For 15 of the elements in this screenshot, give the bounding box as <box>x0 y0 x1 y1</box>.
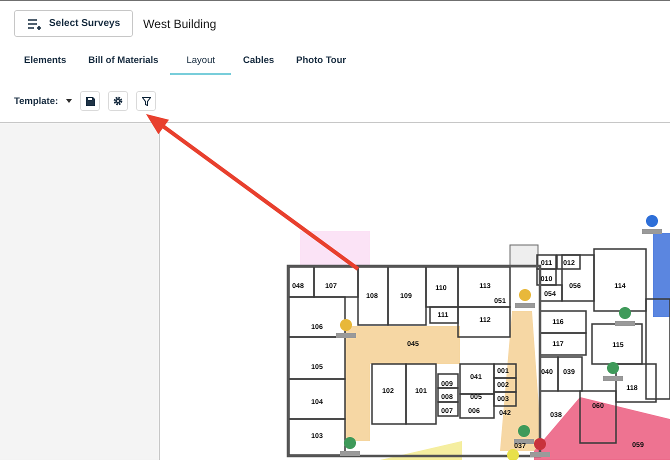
save-button[interactable] <box>80 91 100 111</box>
building-title: West Building <box>143 16 216 30</box>
settings-button[interactable] <box>108 91 128 111</box>
filter-icon <box>142 96 151 106</box>
filter-button[interactable] <box>136 91 156 111</box>
tab[interactable]: Layout <box>170 50 231 75</box>
tab[interactable]: Photo Tour <box>286 50 356 75</box>
tab[interactable]: Bill of Materials <box>78 50 168 75</box>
template-label: Template: <box>14 96 58 106</box>
dropdown-caret-icon[interactable] <box>66 99 72 103</box>
select-surveys-button[interactable]: Select Surveys <box>14 10 134 37</box>
tab[interactable]: Elements <box>14 50 76 75</box>
tab[interactable]: Cables <box>233 50 284 75</box>
list-add-icon <box>27 18 41 30</box>
settings-icon <box>113 96 124 106</box>
